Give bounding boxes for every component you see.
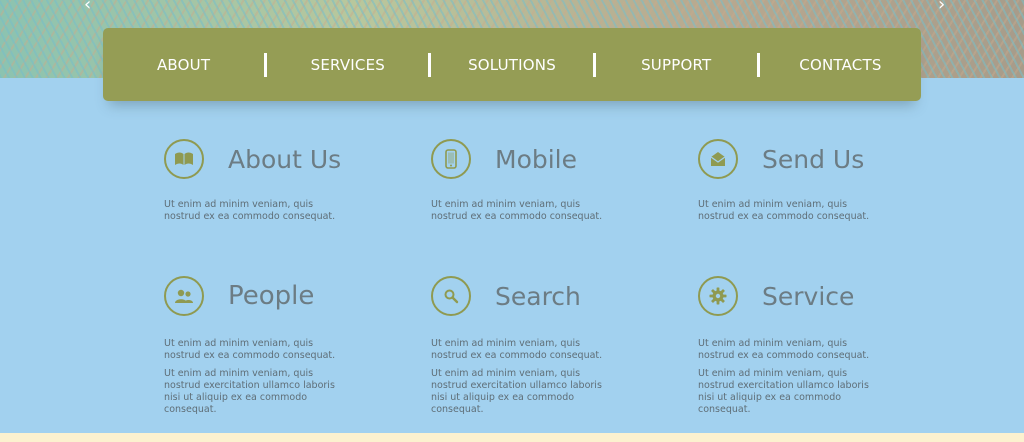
feature-mobile: Mobile Ut enim ad minim veniam, quis nos… <box>431 137 671 223</box>
feature-title: Send Us <box>762 144 865 174</box>
feature-text: Ut enim ad minim veniam, quis nostrud ex… <box>698 199 870 222</box>
envelope-icon[interactable] <box>698 139 738 179</box>
main-nav: ABOUT SERVICES SOLUTIONS SUPPORT CONTACT… <box>103 28 921 101</box>
feature-send-us: Send Us Ut enim ad minim veniam, quis no… <box>698 137 938 223</box>
feature-text: Ut enim ad minim veniam, quis nostrud ex… <box>164 338 336 361</box>
nav-item-services[interactable]: SERVICES <box>267 56 428 74</box>
feature-title: Service <box>762 281 855 311</box>
feature-title: Mobile <box>495 144 578 174</box>
feature-text: Ut enim ad minim veniam, quis nostrud ex… <box>431 368 602 415</box>
feature-text: Ut enim ad minim veniam, quis nostrud ex… <box>698 368 869 415</box>
feature-people: People Ut enim ad minim veniam, quis nos… <box>164 274 404 416</box>
nav-item-support[interactable]: SUPPORT <box>596 56 757 74</box>
book-icon[interactable] <box>164 139 204 179</box>
slider-next-icon[interactable]: › <box>938 0 945 14</box>
nav-item-solutions[interactable]: SOLUTIONS <box>431 56 592 74</box>
feature-title: About Us <box>228 144 342 174</box>
feature-title: Search <box>495 281 581 311</box>
people-icon[interactable] <box>164 276 204 316</box>
feature-title: People <box>228 281 315 311</box>
feature-text: Ut enim ad minim veniam, quis nostrud ex… <box>164 368 335 415</box>
gear-icon[interactable] <box>698 276 738 316</box>
search-icon[interactable] <box>431 276 471 316</box>
footer-strip <box>0 433 1024 442</box>
feature-text: Ut enim ad minim veniam, quis nostrud ex… <box>164 199 336 222</box>
nav-item-contacts[interactable]: CONTACTS <box>760 56 921 74</box>
nav-item-about[interactable]: ABOUT <box>103 56 264 74</box>
feature-service: Service Ut enim ad minim veniam, quis no… <box>698 274 938 416</box>
feature-text: Ut enim ad minim veniam, quis nostrud ex… <box>431 338 603 361</box>
slider-prev-icon[interactable]: ‹ <box>84 0 91 14</box>
mobile-phone-icon[interactable] <box>431 139 471 179</box>
feature-about-us: About Us Ut enim ad minim veniam, quis n… <box>164 137 404 223</box>
feature-text: Ut enim ad minim veniam, quis nostrud ex… <box>431 199 603 222</box>
feature-text: Ut enim ad minim veniam, quis nostrud ex… <box>698 338 870 361</box>
feature-search: Search Ut enim ad minim veniam, quis nos… <box>431 274 671 416</box>
